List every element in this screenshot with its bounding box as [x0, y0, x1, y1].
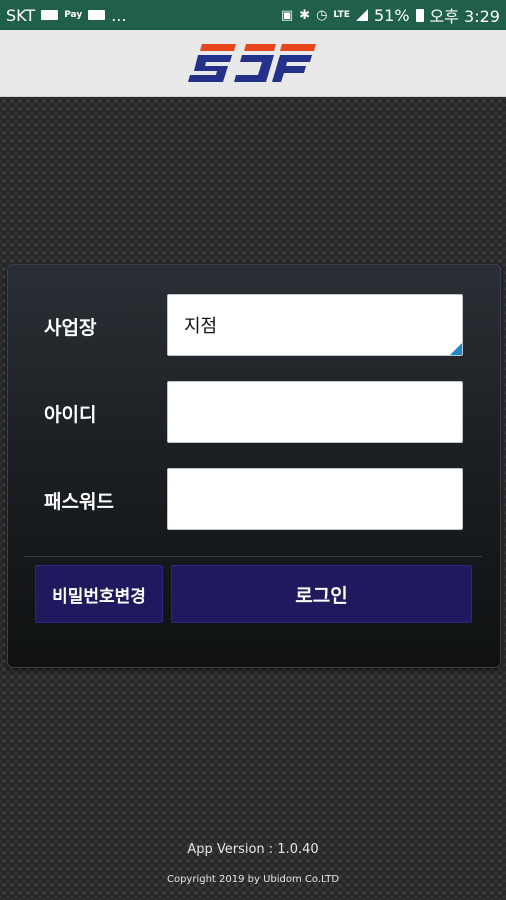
- site-value: 지점: [184, 316, 218, 337]
- lte-icon: LTE: [333, 9, 350, 20]
- card-icon: [88, 10, 106, 20]
- copyright: Copyright 2019 by Ubidom Co.LTD: [166, 874, 340, 885]
- password-input[interactable]: [184, 468, 446, 530]
- site-select[interactable]: 지점: [167, 294, 463, 356]
- lock-icon: ▣: [280, 7, 294, 23]
- login-button[interactable]: 로그인: [171, 565, 472, 623]
- site-label: 사업장: [44, 317, 97, 339]
- clock: 오후 3:29: [429, 7, 500, 26]
- sjf-logo: [188, 44, 316, 82]
- carrier-label: SKT: [6, 5, 36, 25]
- dropdown-corner-icon: [450, 343, 462, 355]
- id-input[interactable]: [184, 381, 446, 443]
- password-label: 패스워드: [44, 491, 114, 513]
- password-field-wrapper: [167, 468, 463, 530]
- alarm-icon: ◷: [316, 7, 328, 23]
- app-version: App Version : 1.0.40: [187, 842, 319, 857]
- battery-percent: 51%: [373, 5, 410, 25]
- signal-icon: [355, 9, 368, 21]
- app-header: [0, 30, 506, 97]
- more-notifications-icon: ...: [111, 5, 127, 25]
- battery-icon: [415, 8, 424, 22]
- status-bar: SKT Pay ... ▣ ✱ ◷ LTE 51% 오후 3:29: [0, 0, 506, 30]
- pay-icon: Pay: [64, 9, 83, 20]
- panel-divider: [24, 556, 482, 557]
- id-field-wrapper: [167, 381, 463, 443]
- id-label: 아이디: [44, 404, 97, 426]
- bluetooth-icon: ✱: [299, 7, 311, 23]
- change-password-button[interactable]: 비밀번호변경: [35, 565, 163, 623]
- message-icon: [41, 10, 59, 20]
